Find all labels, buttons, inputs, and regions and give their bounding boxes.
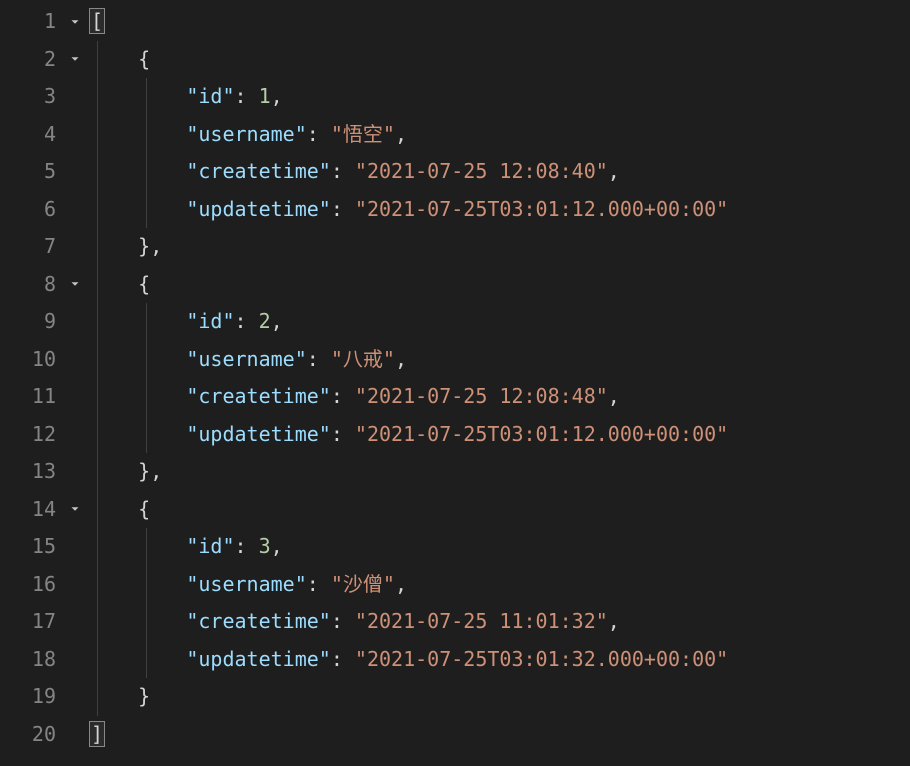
json-key: "id" bbox=[186, 534, 234, 558]
line-number: 12 bbox=[26, 416, 66, 454]
line-number: 3 bbox=[26, 78, 66, 116]
code-line: "updatetime": "2021-07-25T03:01:12.000+0… bbox=[90, 191, 910, 229]
code-editor: 1 2 3 4 5 6 7 8 9 10 11 12 13 14 15 16 1… bbox=[0, 3, 910, 766]
line-number: 19 bbox=[26, 678, 66, 716]
json-string: "2021-07-25 11:01:32" bbox=[355, 609, 608, 633]
json-brace-close: } bbox=[138, 684, 150, 708]
code-line: "id": 3, bbox=[90, 528, 910, 566]
line-number: 17 bbox=[26, 603, 66, 641]
json-string: "2021-07-25 12:08:40" bbox=[355, 159, 608, 183]
chevron-down-icon[interactable] bbox=[66, 277, 84, 291]
json-brace-open: { bbox=[138, 497, 150, 521]
json-bracket-close: ] bbox=[89, 721, 105, 747]
line-number: 6 bbox=[26, 191, 66, 229]
code-content[interactable]: [ { "id": 1, "username": "悟空", "createti… bbox=[90, 3, 910, 766]
json-key: "id" bbox=[186, 309, 234, 333]
line-number: 20 bbox=[26, 716, 66, 754]
json-key: "updatetime" bbox=[186, 197, 331, 221]
line-number: 4 bbox=[26, 116, 66, 154]
line-number: 11 bbox=[26, 378, 66, 416]
line-number: 5 bbox=[26, 153, 66, 191]
json-number: 2 bbox=[259, 309, 271, 333]
code-line: }, bbox=[90, 453, 910, 491]
json-key: "username" bbox=[186, 122, 306, 146]
json-number: 3 bbox=[259, 534, 271, 558]
line-number: 9 bbox=[26, 303, 66, 341]
json-bracket-open: [ bbox=[89, 8, 105, 34]
chevron-down-icon[interactable] bbox=[66, 52, 84, 66]
code-line: "createtime": "2021-07-25 12:08:48", bbox=[90, 378, 910, 416]
code-line: "updatetime": "2021-07-25T03:01:12.000+0… bbox=[90, 416, 910, 454]
json-string: "2021-07-25T03:01:32.000+00:00" bbox=[355, 647, 728, 671]
json-string: "2021-07-25 12:08:48" bbox=[355, 384, 608, 408]
json-key: "id" bbox=[186, 84, 234, 108]
code-line: "id": 2, bbox=[90, 303, 910, 341]
json-key: "createtime" bbox=[186, 384, 331, 408]
code-line: "createtime": "2021-07-25 12:08:40", bbox=[90, 153, 910, 191]
json-brace-close: }, bbox=[138, 459, 162, 483]
code-line: "createtime": "2021-07-25 11:01:32", bbox=[90, 603, 910, 641]
line-number: 2 bbox=[26, 41, 66, 79]
json-key: "createtime" bbox=[186, 159, 331, 183]
json-key: "createtime" bbox=[186, 609, 331, 633]
code-line: [ bbox=[90, 3, 910, 41]
gutter: 1 2 3 4 5 6 7 8 9 10 11 12 13 14 15 16 1… bbox=[0, 3, 90, 766]
line-number: 10 bbox=[26, 341, 66, 379]
json-brace-open: { bbox=[138, 272, 150, 296]
json-key: "updatetime" bbox=[186, 647, 331, 671]
json-string: "2021-07-25T03:01:12.000+00:00" bbox=[355, 197, 728, 221]
chevron-down-icon[interactable] bbox=[66, 15, 84, 29]
code-line: { bbox=[90, 41, 910, 79]
line-number: 14 bbox=[26, 491, 66, 529]
line-number: 13 bbox=[26, 453, 66, 491]
code-line: { bbox=[90, 266, 910, 304]
line-number: 18 bbox=[26, 641, 66, 679]
line-number: 1 bbox=[26, 3, 66, 41]
json-string: "沙僧" bbox=[331, 572, 395, 596]
json-key: "updatetime" bbox=[186, 422, 331, 446]
code-line: } bbox=[90, 678, 910, 716]
json-string: "八戒" bbox=[331, 347, 395, 371]
json-number: 1 bbox=[259, 84, 271, 108]
code-line: "username": "悟空", bbox=[90, 116, 910, 154]
line-number: 7 bbox=[26, 228, 66, 266]
code-line: "id": 1, bbox=[90, 78, 910, 116]
code-line: "username": "八戒", bbox=[90, 341, 910, 379]
json-brace-open: { bbox=[138, 47, 150, 71]
line-number: 16 bbox=[26, 566, 66, 604]
code-line: "updatetime": "2021-07-25T03:01:32.000+0… bbox=[90, 641, 910, 679]
json-brace-close: }, bbox=[138, 234, 162, 258]
code-line: "username": "沙僧", bbox=[90, 566, 910, 604]
line-number: 8 bbox=[26, 266, 66, 304]
json-key: "username" bbox=[186, 347, 306, 371]
json-key: "username" bbox=[186, 572, 306, 596]
code-line: }, bbox=[90, 228, 910, 266]
line-number: 15 bbox=[26, 528, 66, 566]
json-string: "2021-07-25T03:01:12.000+00:00" bbox=[355, 422, 728, 446]
code-line: ] bbox=[90, 716, 910, 754]
code-line: { bbox=[90, 491, 910, 529]
json-string: "悟空" bbox=[331, 122, 395, 146]
chevron-down-icon[interactable] bbox=[66, 502, 84, 516]
